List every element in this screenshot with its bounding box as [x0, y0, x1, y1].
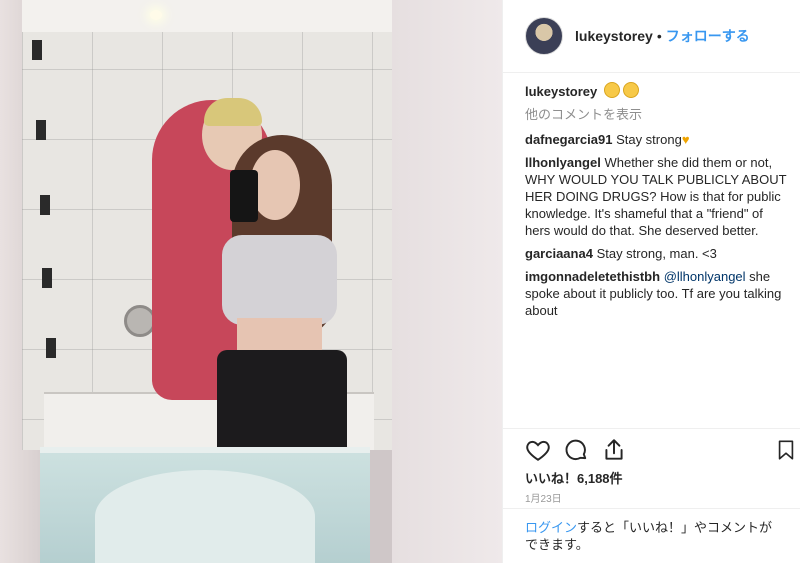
photo-wall-socket — [40, 195, 50, 215]
instagram-post-page: lukeystorey • フォローする lukeystorey 他のコメントを… — [0, 0, 800, 563]
comment-mention-link[interactable]: @llhonlyangel — [664, 269, 746, 284]
login-prompt: ログインすると「いいね！」やコメントができます。 — [525, 519, 785, 553]
comment-item: garciaana4 Stay strong, man. <3 — [525, 245, 787, 262]
photo-wall-socket — [32, 40, 42, 60]
login-footer: ログインすると「いいね！」やコメントができます。 — [503, 508, 800, 564]
comment-item: dafnegarcia91 Stay strong♥ — [525, 131, 787, 148]
user-avatar[interactable] — [525, 17, 563, 55]
bookmark-icon[interactable] — [775, 437, 797, 463]
action-bar — [503, 428, 800, 469]
photo-ceiling-light — [150, 10, 162, 20]
photo-wall-socket — [36, 120, 46, 140]
photo-person-hair — [204, 98, 262, 126]
header-separator: • — [656, 28, 662, 44]
comment-icon[interactable] — [563, 437, 589, 463]
comment-text: Stay strong — [616, 132, 682, 147]
photo-wall-right — [392, 0, 502, 563]
comment-item: llhonlyangel Whether she did them or not… — [525, 154, 787, 239]
comment-username[interactable]: dafnegarcia91 — [525, 132, 612, 147]
comments-list: lukeystorey 他のコメントを表示 dafnegarcia91 Stay… — [525, 82, 787, 325]
heart-icon[interactable] — [525, 437, 551, 463]
header-username[interactable]: lukeystorey — [575, 28, 653, 44]
comment-username[interactable]: imgonnadeletethistbh — [525, 269, 660, 284]
post-header: lukeystorey • フォローする — [503, 0, 800, 73]
view-more-comments-link[interactable]: 他のコメントを表示 — [525, 106, 787, 123]
smile-emoji-icon — [603, 82, 620, 98]
photo-counter-rim — [40, 447, 370, 453]
photo-wall-socket — [46, 338, 56, 358]
yellow-heart-icon: ♥ — [681, 132, 690, 147]
comment-username[interactable]: llhonlyangel — [525, 155, 601, 170]
caption: lukeystorey — [525, 82, 787, 100]
photo-ceiling — [22, 0, 392, 32]
comment-text: Stay strong, man. <3 — [596, 246, 717, 261]
comment-username[interactable]: garciaana4 — [525, 246, 593, 261]
photo-person-top — [222, 235, 337, 325]
post-date[interactable]: 1月23日 — [525, 490, 562, 505]
smile-emoji-icon — [622, 82, 639, 98]
follow-button[interactable]: フォローする — [666, 26, 750, 46]
photo-mirror — [22, 0, 395, 450]
share-icon[interactable] — [601, 437, 627, 463]
photo-sink — [95, 470, 315, 563]
photo-person-skirt — [217, 350, 347, 450]
post-side-panel: lukeystorey • フォローする lukeystorey 他のコメントを… — [502, 0, 800, 563]
comment-item: imgonnadeletethistbh @llhonlyangel she s… — [525, 268, 787, 319]
post-photo[interactable] — [0, 0, 502, 563]
caption-username[interactable]: lukeystorey — [525, 84, 597, 99]
login-link[interactable]: ログイン — [525, 520, 577, 535]
photo-phone — [230, 170, 258, 222]
photo-wall-socket — [42, 268, 52, 288]
likes-count[interactable]: いいね！6,188件 — [525, 468, 623, 487]
